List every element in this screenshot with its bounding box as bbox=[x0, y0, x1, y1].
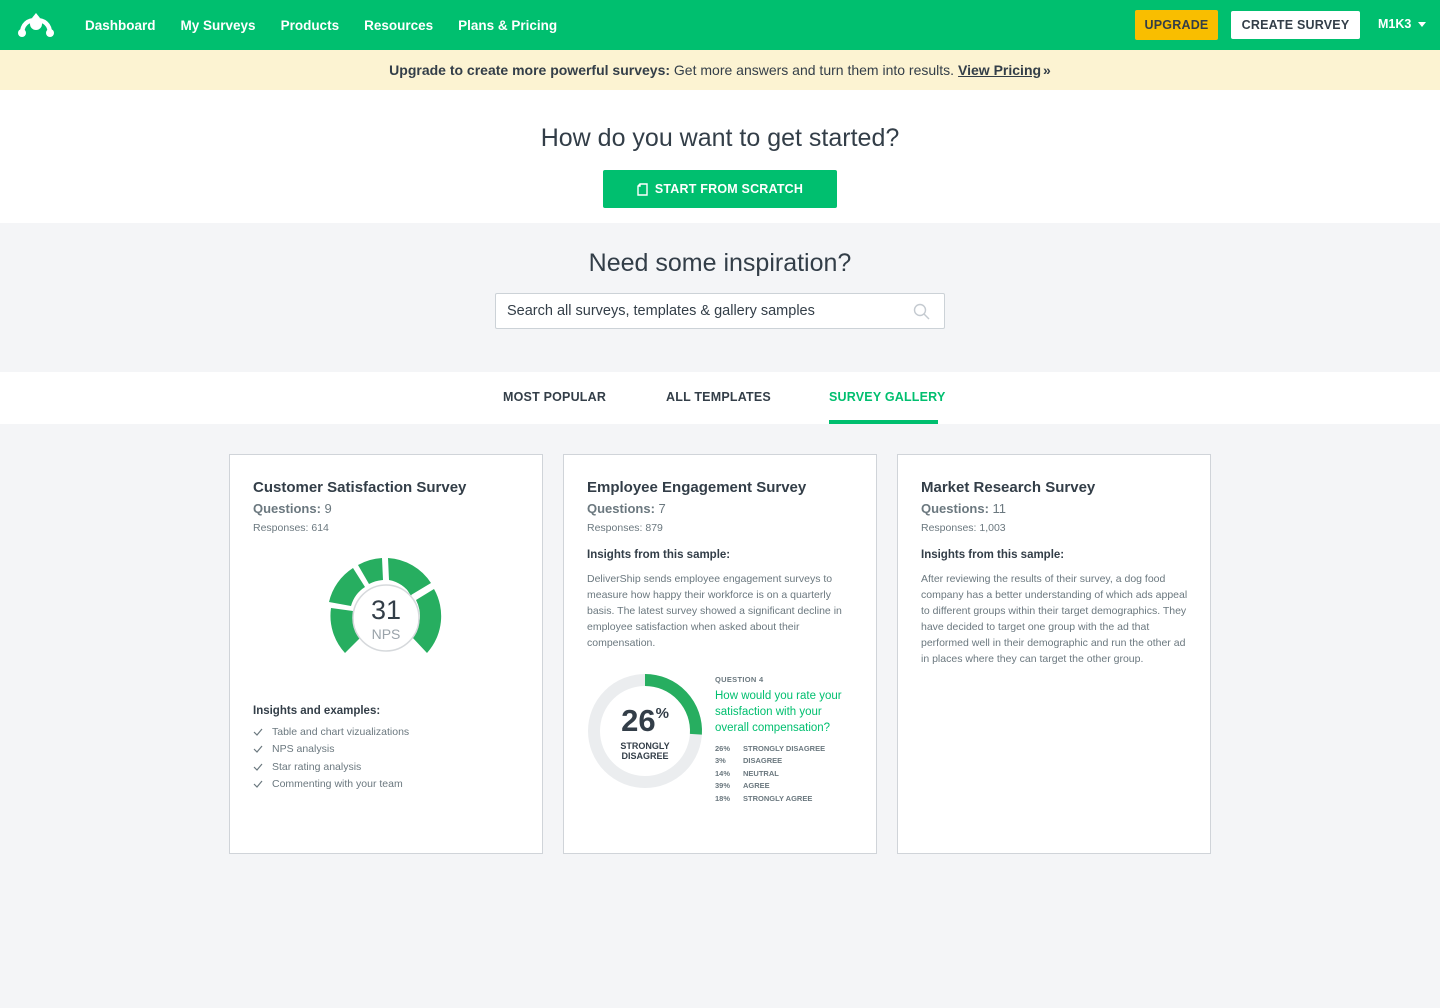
card-employee-engagement[interactable]: Employee Engagement Survey Questions: 7 … bbox=[563, 454, 877, 854]
nps-label: NPS bbox=[372, 626, 401, 642]
upgrade-button[interactable]: UPGRADE bbox=[1135, 10, 1218, 40]
card-responses: Responses: 879 bbox=[587, 522, 663, 534]
card-questions: Questions: 11 bbox=[921, 501, 1006, 516]
result-label: STRONGLY DISAGREE bbox=[743, 743, 826, 753]
view-pricing-link[interactable]: View Pricing bbox=[958, 62, 1041, 78]
donut-chart: 26% STRONGLY DISAGREE bbox=[587, 673, 703, 789]
card-questions: Questions: 9 bbox=[253, 501, 332, 516]
result-pct: 3% bbox=[715, 756, 726, 766]
nps-value: 31 bbox=[371, 595, 401, 625]
banner-text: Get more answers and turn them into resu… bbox=[673, 62, 955, 78]
result-row: 3% DISAGREE bbox=[715, 755, 825, 768]
inspiration-section: Need some inspiration? bbox=[0, 223, 1440, 372]
gallery-tabs: MOST POPULAR ALL TEMPLATES SURVEY GALLER… bbox=[0, 372, 1440, 424]
banner-bold-text: Upgrade to create more powerful surveys: bbox=[389, 62, 671, 78]
questions-label: Questions: bbox=[921, 501, 989, 516]
question-number: QUESTION 4 bbox=[715, 675, 764, 684]
questions-label: Questions: bbox=[587, 501, 655, 516]
nav-products[interactable]: Products bbox=[281, 18, 340, 33]
card-description: After reviewing the results of their sur… bbox=[921, 573, 1188, 665]
upgrade-banner: Upgrade to create more powerful surveys:… bbox=[0, 50, 1440, 90]
start-from-scratch-button[interactable]: START FROM SCRATCH bbox=[603, 170, 837, 208]
questions-label: Questions: bbox=[253, 501, 321, 516]
questions-count: 11 bbox=[992, 501, 1007, 516]
result-row: 18% STRONGLY AGREE bbox=[715, 792, 825, 805]
search-icon[interactable] bbox=[913, 303, 930, 320]
card-customer-satisfaction[interactable]: Customer Satisfaction Survey Questions: … bbox=[229, 454, 543, 854]
questions-count: 7 bbox=[658, 501, 666, 516]
card-responses: Responses: 1,003 bbox=[921, 522, 1006, 534]
card-responses: Responses: 614 bbox=[253, 522, 329, 534]
get-started-title: How do you want to get started? bbox=[540, 124, 900, 152]
insight-label: Star rating analysis bbox=[272, 760, 362, 773]
nav-my-surveys[interactable]: My Surveys bbox=[181, 18, 256, 33]
surveymonkey-logo-icon[interactable] bbox=[18, 12, 54, 38]
insight-label: Commenting with your team bbox=[272, 778, 403, 791]
tab-all-templates[interactable]: ALL TEMPLATES bbox=[666, 390, 771, 404]
result-label: STRONGLY AGREE bbox=[743, 793, 813, 803]
card-title: Customer Satisfaction Survey bbox=[253, 479, 467, 496]
insight-label: Table and chart vizualizations bbox=[272, 725, 410, 738]
result-pct: 39% bbox=[715, 781, 731, 791]
check-icon bbox=[253, 728, 263, 736]
chevron-down-icon bbox=[1418, 21, 1427, 27]
donut-label-line1: STRONGLY bbox=[620, 741, 670, 751]
nav-plans-pricing[interactable]: Plans & Pricing bbox=[458, 18, 557, 33]
result-label: NEUTRAL bbox=[743, 768, 779, 778]
list-item: Table and chart vizualizations bbox=[253, 723, 409, 741]
donut-label: STRONGLY DISAGREE bbox=[587, 741, 703, 761]
result-row: 39% AGREE bbox=[715, 780, 825, 793]
list-item: NPS analysis bbox=[253, 741, 409, 759]
card-title: Market Research Survey bbox=[921, 479, 1096, 496]
start-from-scratch-label: START FROM SCRATCH bbox=[654, 182, 804, 196]
inspiration-title: Need some inspiration? bbox=[588, 249, 852, 277]
card-questions: Questions: 7 bbox=[587, 501, 666, 516]
question-text: How would you rate your satisfaction wit… bbox=[715, 690, 842, 734]
result-label: DISAGREE bbox=[743, 756, 783, 766]
nav-dashboard[interactable]: Dashboard bbox=[85, 18, 156, 33]
result-label: AGREE bbox=[743, 781, 770, 791]
list-item: Commenting with your team bbox=[253, 776, 409, 794]
donut-percent: 26% bbox=[587, 703, 703, 739]
result-row: 26% STRONGLY DISAGREE bbox=[715, 742, 825, 755]
result-row: 14% NEUTRAL bbox=[715, 767, 825, 780]
donut-label-line2: DISAGREE bbox=[621, 751, 669, 761]
search-box bbox=[495, 293, 945, 329]
result-pct: 26% bbox=[715, 743, 731, 753]
create-survey-button[interactable]: CREATE SURVEY bbox=[1231, 11, 1360, 39]
insight-label: NPS analysis bbox=[272, 743, 335, 756]
tab-survey-gallery[interactable]: SURVEY GALLERY bbox=[829, 390, 945, 404]
result-pct: 14% bbox=[715, 768, 731, 778]
question-results: 26% STRONGLY DISAGREE 3% DISAGREE 14% NEUTR… bbox=[715, 742, 825, 805]
search-input[interactable] bbox=[496, 294, 906, 328]
active-tab-indicator bbox=[829, 420, 938, 424]
banner-arrow: » bbox=[1043, 62, 1051, 78]
questions-count: 9 bbox=[324, 501, 332, 516]
result-pct: 18% bbox=[715, 793, 731, 803]
user-name: M1K3 bbox=[1378, 17, 1412, 31]
insights-examples-title: Insights and examples: bbox=[253, 705, 381, 717]
check-icon bbox=[253, 780, 263, 789]
check-icon bbox=[253, 763, 263, 771]
insights-sample-title: Insights from this sample: bbox=[587, 549, 731, 561]
list-item: Star rating analysis bbox=[253, 758, 409, 776]
donut-unit: % bbox=[655, 705, 669, 722]
user-menu[interactable]: M1K3 bbox=[1378, 17, 1427, 31]
document-icon bbox=[637, 182, 648, 196]
tab-most-popular[interactable]: MOST POPULAR bbox=[503, 390, 606, 404]
nps-gauge: 31 NPS bbox=[329, 558, 442, 653]
card-title: Employee Engagement Survey bbox=[587, 479, 807, 496]
nav-links: Dashboard My Surveys Products Resources … bbox=[85, 0, 582, 50]
check-icon bbox=[253, 745, 263, 754]
get-started-section: How do you want to get started? START FR… bbox=[0, 90, 1440, 223]
insights-sample-title: Insights from this sample: bbox=[921, 549, 1065, 561]
nav-resources[interactable]: Resources bbox=[364, 18, 433, 33]
card-market-research[interactable]: Market Research Survey Questions: 11 Res… bbox=[897, 454, 1211, 854]
top-nav: Dashboard My Surveys Products Resources … bbox=[0, 0, 1440, 50]
card-description: DeliverShip sends employee engagement su… bbox=[587, 573, 842, 649]
insights-list: Table and chart vizualizations NPS analy… bbox=[253, 723, 409, 793]
donut-value: 26 bbox=[621, 703, 656, 738]
